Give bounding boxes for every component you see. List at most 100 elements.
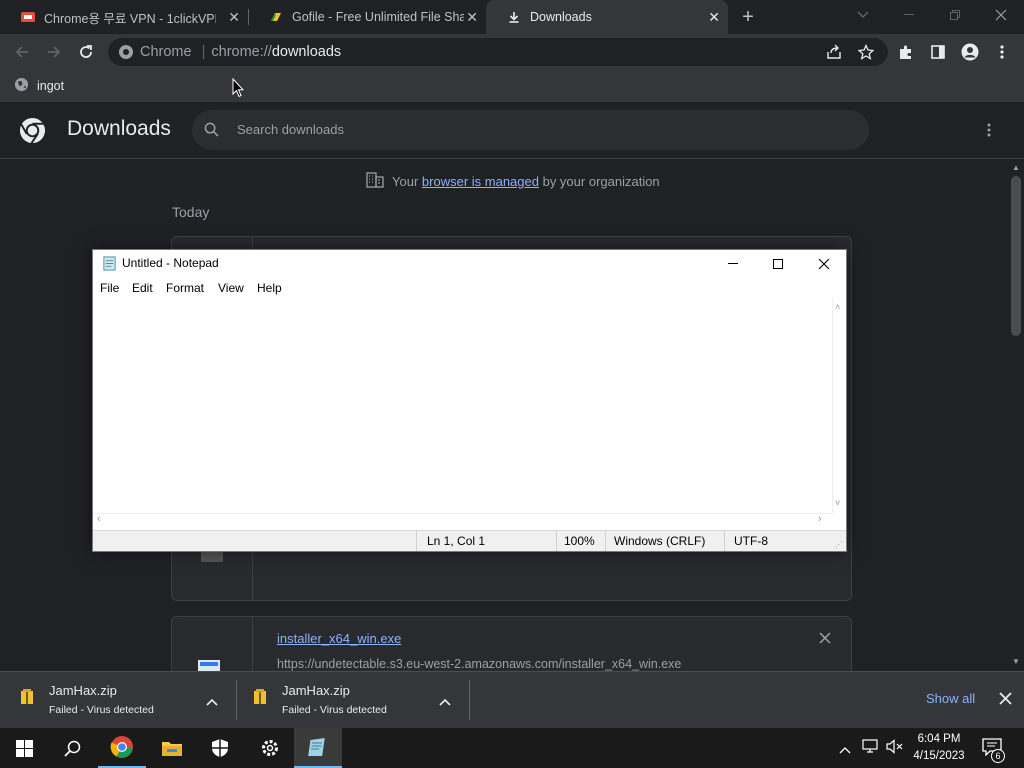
gofile-favicon-icon [268,9,284,25]
menu-format[interactable]: Format [166,281,204,295]
notepad-minimize-icon[interactable] [710,250,755,278]
shelf-item-name: JamHax.zip [49,683,117,698]
tab-gofile[interactable]: Gofile - Free Unlimited File Sharin ✕ [248,0,486,34]
shelf-item[interactable] [237,672,469,728]
notepad-title: Untitled - Notepad [122,256,219,270]
tab-title: Chrome용 무료 VPN - 1clickVPN [44,11,216,26]
bookmark-label: ingot [37,79,65,93]
tab-close-icon[interactable]: ✕ [228,9,240,26]
reload-icon[interactable] [72,38,100,66]
tab-title: Gofile - Free Unlimited File Sharin [292,10,464,24]
restore-icon[interactable] [932,0,978,30]
tab-search-icon[interactable] [840,0,886,30]
bookmark-star-icon[interactable] [852,38,880,66]
zip-file-icon [252,688,268,711]
status-separator [416,531,417,551]
side-panel-icon[interactable] [924,38,952,66]
shelf-item[interactable] [0,672,236,728]
download-filename-link[interactable]: installer_x64_win.exe [277,631,401,646]
network-icon[interactable] [862,739,880,759]
start-button-icon[interactable] [0,728,48,768]
np-scroll-left-icon[interactable]: ‹ [97,513,101,525]
managed-link[interactable]: browser is managed [422,174,539,189]
np-scroll-down-icon[interactable]: ˅ [835,498,840,508]
chrome-logo-icon [19,117,46,149]
search-placeholder: Search downloads [237,122,344,137]
windows-security-icon[interactable] [196,728,244,768]
status-line-ending: Windows (CRLF) [614,534,706,548]
file-explorer-icon[interactable] [148,728,196,768]
chevron-up-icon[interactable] [439,693,451,711]
building-icon [366,172,384,191]
show-all-button[interactable]: Show all [926,691,975,706]
close-shelf-icon[interactable] [999,692,1012,710]
scrollbar-thumb[interactable] [1011,176,1021,336]
search-taskbar-icon[interactable] [48,728,96,768]
new-tab-icon[interactable]: + [737,6,759,28]
scroll-up-icon[interactable]: ▲ [1012,163,1020,172]
chevron-up-icon[interactable] [206,693,218,711]
remove-download-icon[interactable] [818,631,832,650]
menu-help[interactable]: Help [257,281,282,295]
notepad-app-icon [102,256,117,276]
managed-suffix: by your organization [542,174,660,189]
chrome-page-icon[interactable] [118,44,134,60]
hidden-icons-chevron-icon[interactable] [839,741,851,759]
download-source-url[interactable]: https://undetectable.s3.eu-west-2.amazon… [277,657,681,671]
globe-icon [14,77,29,95]
status-encoding: UTF-8 [734,534,768,548]
clock[interactable]: 6:04 PM 4/15/2023 [912,731,966,765]
profile-avatar-icon[interactable] [956,38,984,66]
settings-gear-icon[interactable] [246,728,294,768]
tab-close-icon[interactable]: ✕ [708,9,720,26]
notification-count-badge: 6 [991,749,1005,763]
shelf-item-name: JamHax.zip [282,683,350,698]
forward-icon[interactable] [40,38,68,66]
extensions-icon[interactable] [892,38,920,66]
address-text: Chrome | chrome://downloads [140,44,342,60]
np-scroll-right-icon[interactable]: › [818,513,822,525]
menu-kebab-icon[interactable] [988,38,1016,66]
menu-edit[interactable]: Edit [132,281,153,295]
np-scroll-up-icon[interactable]: ˄ [835,302,840,312]
resize-grip-icon[interactable]: ⋰ [835,540,843,549]
zip-file-icon [19,688,35,711]
status-position: Ln 1, Col 1 [427,534,486,548]
tab-title: Downloads [530,10,592,24]
url-host: downloads [271,44,342,60]
status-separator [724,531,725,551]
back-icon[interactable] [8,38,36,66]
tab-close-icon[interactable]: ✕ [466,9,478,26]
share-icon[interactable] [820,38,848,66]
menu-view[interactable]: View [218,281,244,295]
volume-muted-icon[interactable] [886,739,903,759]
scheme-label: Chrome [140,44,192,60]
bookmark-item-ingot[interactable]: ingot [14,77,64,95]
section-today: Today [172,204,210,220]
clock-time: 6:04 PM [917,733,961,745]
chrome-taskbar-icon[interactable] [98,728,146,768]
shelf-separator [469,680,470,720]
download-icon [506,9,522,25]
managed-notice: Your browser is managed by your organiza… [366,172,660,191]
notepad-taskbar-icon[interactable] [294,728,342,768]
close-window-icon[interactable] [978,0,1024,30]
minimize-icon[interactable] [886,0,932,30]
status-zoom: 100% [564,534,595,548]
scroll-down-icon[interactable]: ▼ [1012,657,1020,666]
notepad-horizontal-scrollbar[interactable] [93,513,832,528]
notepad-text-area[interactable] [93,298,832,513]
notepad-maximize-icon[interactable] [755,250,800,278]
search-icon [204,122,219,142]
menu-file[interactable]: File [100,281,119,295]
shelf-item-status: Failed - Virus detected [282,704,387,716]
notepad-close-icon[interactable] [801,250,846,278]
tab-vpn[interactable]: Chrome용 무료 VPN - 1clickVPN ✕ [0,0,248,34]
notepad-vertical-scrollbar[interactable] [832,298,846,513]
status-separator [605,531,606,551]
vpn-favicon-icon [20,9,36,25]
managed-prefix: Your [392,174,419,189]
downloads-menu-icon[interactable] [986,122,992,143]
tab-downloads[interactable]: Downloads ✕ [486,0,728,34]
bookmarks-bar [0,71,1024,103]
